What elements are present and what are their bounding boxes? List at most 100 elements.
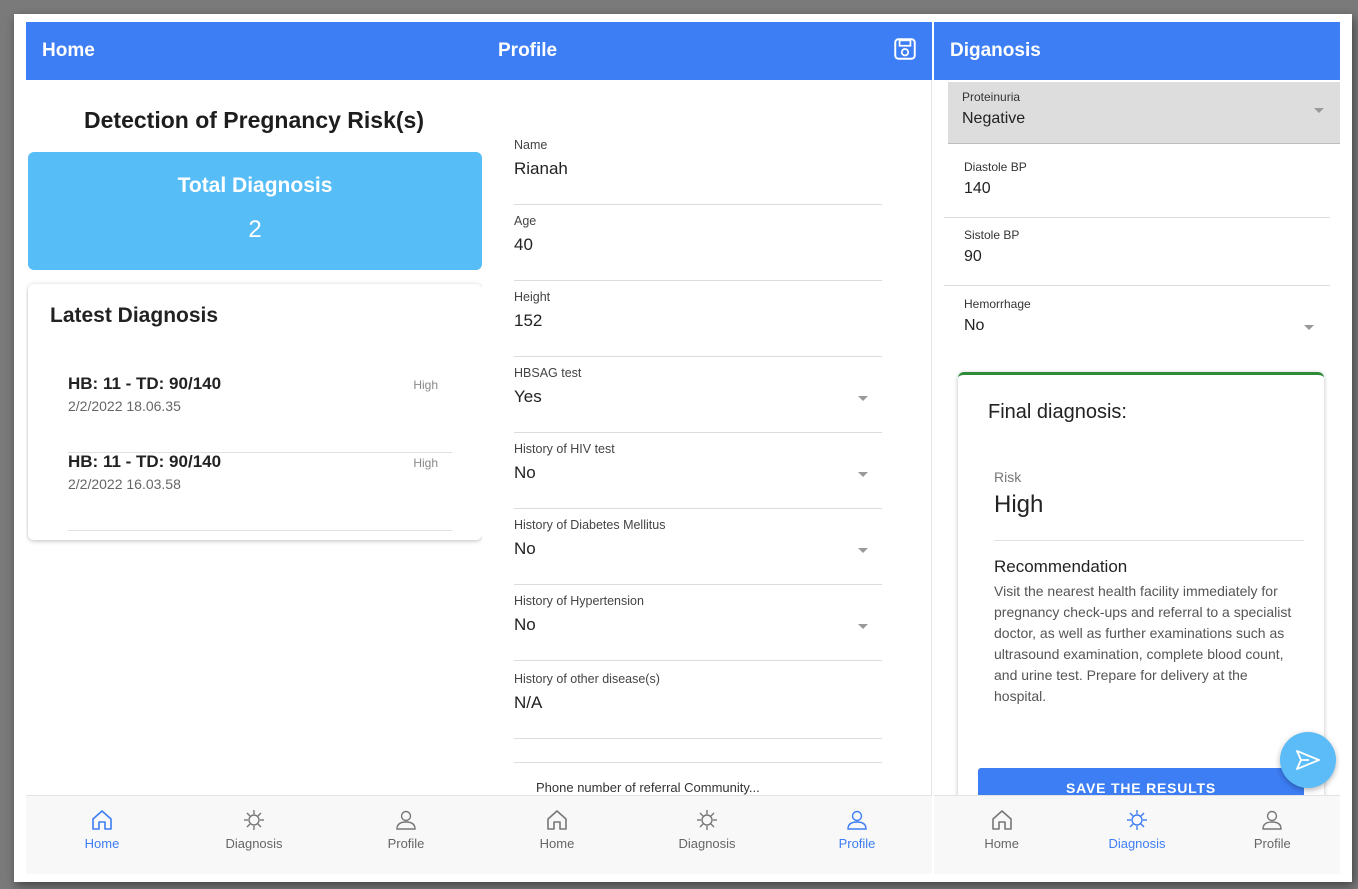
home-screen: Home Detection of Pregnancy Risk(s) Tota… <box>26 22 482 874</box>
bottom-navigation: Home Diagnosis Profile <box>482 795 932 874</box>
age-field[interactable]: Age 40 <box>514 214 882 281</box>
person-icon <box>1262 810 1283 830</box>
field-value: Rianah <box>514 159 568 178</box>
dropdown-caret-icon <box>858 548 868 553</box>
home-icon <box>92 810 112 830</box>
dropdown-caret-icon <box>858 472 868 477</box>
diagnosis-appbar: Diganosis <box>934 22 1340 80</box>
field-label: History of Hypertension <box>514 594 644 608</box>
risk-label: Risk <box>994 469 1022 485</box>
diagnosis-screen: Diganosis Proteinuria Negative Diastole … <box>934 22 1340 874</box>
final-diagnosis-title: Final diagnosis: <box>988 401 1127 423</box>
field-value: No <box>514 539 536 558</box>
nav-diagnosis-label: Diagnosis <box>678 836 736 851</box>
hemorrhage-select[interactable]: Hemorrhage No <box>944 297 1330 355</box>
bottom-navigation: Home Diagnosis Profile <box>26 795 482 874</box>
nav-profile[interactable]: Profile <box>330 796 482 874</box>
field-value: Negative <box>962 110 1026 127</box>
diastole-bp-field[interactable]: Diastole BP 140 <box>944 160 1330 218</box>
scroll-edge <box>931 80 932 796</box>
field-value: No <box>514 615 536 634</box>
nav-home-label: Home <box>84 836 120 851</box>
name-field[interactable]: Name Rianah <box>514 138 882 205</box>
diagnosis-item-title: HB: 11 - TD: 90/140 <box>68 452 222 471</box>
hbsag-test-select[interactable]: HBSAG test Yes <box>514 366 882 433</box>
phone-field-label[interactable]: Phone number of referral Community... <box>536 780 760 795</box>
list-item[interactable]: HB: 11 - TD: 90/140 2/2/2022 18.06.35 Hi… <box>68 374 452 453</box>
send-icon <box>1296 750 1320 770</box>
dropdown-caret-icon <box>858 396 868 401</box>
total-diagnosis-card: Total Diagnosis 2 <box>28 152 482 270</box>
nav-diagnosis[interactable]: Diagnosis <box>632 796 782 874</box>
dropdown-caret-icon <box>1304 325 1314 330</box>
field-value: Yes <box>514 387 542 406</box>
recommendation-text: Visit the nearest health facility immedi… <box>994 583 1292 704</box>
field-label: Sistole BP <box>964 228 1020 242</box>
appbar-title: Home <box>42 40 95 61</box>
home-icon <box>547 810 567 830</box>
nav-diagnosis[interactable]: Diagnosis <box>1069 796 1204 874</box>
field-value: N/A <box>514 693 543 712</box>
field-label: Height <box>514 290 551 304</box>
field-value: 40 <box>514 235 533 254</box>
hypertension-select[interactable]: History of Hypertension No <box>514 594 882 661</box>
field-label: History of other disease(s) <box>514 672 660 686</box>
field-label: History of Diabetes Mellitus <box>514 518 666 532</box>
field-label: Name <box>514 138 548 152</box>
virus-icon <box>244 810 264 830</box>
nav-profile[interactable]: Profile <box>782 796 932 874</box>
home-icon <box>991 810 1012 830</box>
send-fab-button[interactable] <box>1280 732 1336 788</box>
field-value: No <box>964 317 985 334</box>
total-diagnosis-label: Total Diagnosis <box>177 174 333 197</box>
nav-home-label: Home <box>984 836 1019 851</box>
field-label: HBSAG test <box>514 366 582 380</box>
list-item[interactable]: HB: 11 - TD: 90/140 2/2/2022 16.03.58 Hi… <box>68 452 452 531</box>
diagnosis-item-date: 2/2/2022 16.03.58 <box>68 476 181 492</box>
home-appbar: Home <box>26 22 482 80</box>
height-field[interactable]: Height 152 <box>514 290 882 357</box>
other-disease-field[interactable]: History of other disease(s) N/A <box>514 672 882 739</box>
person-icon <box>847 810 867 830</box>
nav-home-label: Home <box>539 836 575 851</box>
virus-icon <box>1126 810 1147 830</box>
field-value: 152 <box>514 311 543 330</box>
diagnosis-item-date: 2/2/2022 18.06.35 <box>68 398 181 414</box>
total-diagnosis-value: 2 <box>248 216 262 243</box>
latest-diagnosis-card: Latest Diagnosis HB: 11 - TD: 90/140 2/2… <box>28 284 482 540</box>
latest-diagnosis-title: Latest Diagnosis <box>50 304 219 327</box>
divider <box>514 762 882 763</box>
risk-value: High <box>994 491 1044 518</box>
nav-home[interactable]: Home <box>482 796 632 874</box>
appbar-title: Diganosis <box>950 40 1041 61</box>
hiv-test-select[interactable]: History of HIV test No <box>514 442 882 509</box>
sistole-bp-field[interactable]: Sistole BP 90 <box>944 228 1330 286</box>
nav-diagnosis-label: Diagnosis <box>225 836 283 851</box>
diabetes-select[interactable]: History of Diabetes Mellitus No <box>514 518 882 585</box>
profile-appbar: Profile <box>482 22 932 80</box>
bottom-navigation: Home Diagnosis Profile <box>934 795 1340 874</box>
diagnosis-item-risk: High <box>413 378 438 392</box>
nav-diagnosis-label: Diagnosis <box>1108 836 1166 851</box>
dropdown-caret-icon <box>858 624 868 629</box>
virus-icon <box>697 810 717 830</box>
divider <box>994 540 1304 541</box>
nav-profile-label: Profile <box>838 836 876 851</box>
nav-diagnosis[interactable]: Diagnosis <box>178 796 330 874</box>
nav-home[interactable]: Home <box>26 796 178 874</box>
field-value: No <box>514 463 536 482</box>
appbar-title: Profile <box>498 40 558 61</box>
proteinuria-select[interactable]: Proteinuria Negative <box>948 82 1340 144</box>
nav-profile[interactable]: Profile <box>1205 796 1340 874</box>
recommendation-label: Recommendation <box>994 557 1128 576</box>
field-value: 90 <box>964 248 982 265</box>
field-label: Diastole BP <box>964 160 1027 174</box>
nav-home[interactable]: Home <box>934 796 1069 874</box>
nav-profile-label: Profile <box>387 836 425 851</box>
diagnosis-item-risk: High <box>413 456 438 470</box>
field-label: History of HIV test <box>514 442 615 456</box>
page-title: Detection of Pregnancy Risk(s) <box>84 107 424 133</box>
save-icon[interactable] <box>892 36 918 62</box>
nav-profile-label: Profile <box>1253 836 1291 851</box>
screenshot-frame: Home Detection of Pregnancy Risk(s) Tota… <box>14 14 1352 882</box>
